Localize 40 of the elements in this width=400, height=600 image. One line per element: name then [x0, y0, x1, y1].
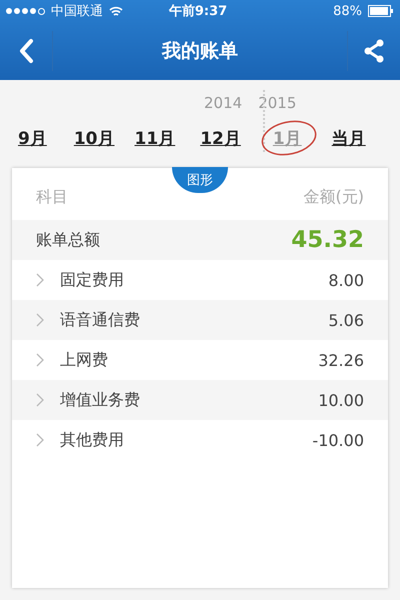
expense-amount: -10.00 [312, 430, 364, 450]
back-icon [18, 38, 34, 64]
month-tab[interactable]: 11月 [134, 126, 176, 150]
total-label: 账单总额 [36, 230, 100, 250]
month-tab[interactable]: 10月 [74, 126, 115, 150]
expense-row[interactable]: 上网费 32.26 [12, 340, 388, 380]
month-tab[interactable]: 9月 [18, 126, 47, 150]
page-title: 我的账单 [52, 31, 348, 71]
expense-label: 其他费用 [60, 430, 124, 450]
share-icon [363, 39, 385, 63]
chevron-icon [36, 433, 44, 447]
expense-label: 增值业务费 [60, 390, 140, 410]
carrier-name: 中国联通 [51, 3, 103, 20]
expense-row[interactable]: 固定费用 8.00 [12, 260, 388, 300]
expense-row[interactable]: 其他费用 -10.00 [12, 420, 388, 460]
expense-row[interactable]: 语音通信费 5.06 [12, 300, 388, 340]
battery-percent: 88% [333, 4, 362, 18]
chevron-icon [36, 273, 44, 287]
battery-icon [368, 5, 394, 17]
month-tab[interactable]: 12月 [200, 126, 241, 150]
chevron-icon [36, 393, 44, 407]
expense-label: 上网费 [60, 350, 108, 370]
signal-icon [6, 8, 45, 14]
expense-amount: 32.26 [318, 350, 364, 370]
year-label: 2014 [204, 94, 242, 114]
expense-amount: 8.00 [328, 270, 364, 290]
expense-row[interactable]: 增值业务费 10.00 [12, 380, 388, 420]
chevron-icon [36, 353, 44, 367]
status-time: 午前9:37 [168, 3, 228, 20]
expense-label: 语音通信费 [60, 310, 140, 330]
chevron-icon [36, 313, 44, 327]
total-amount: 45.32 [291, 227, 364, 253]
chart-toggle-button[interactable]: 图形 [172, 167, 228, 193]
expense-label: 固定费用 [60, 270, 124, 290]
month-tab[interactable]: 当月 [332, 126, 366, 150]
expense-amount: 5.06 [328, 310, 364, 330]
column-header: 金额(元) [304, 186, 364, 208]
expense-amount: 10.00 [318, 390, 364, 410]
column-header: 科目 [36, 186, 68, 208]
wifi-icon [109, 6, 123, 16]
